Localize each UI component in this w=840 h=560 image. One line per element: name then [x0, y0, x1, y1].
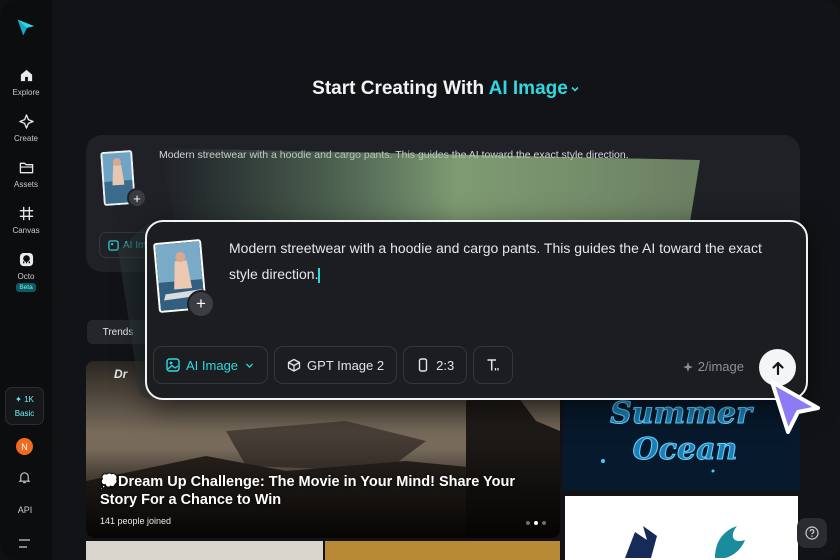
carousel-dots[interactable]: [526, 521, 546, 525]
avatar[interactable]: N: [16, 438, 33, 455]
cost-per-image: 2/image: [682, 359, 744, 374]
mode-switcher[interactable]: AI Image: [489, 78, 580, 99]
sidebar-item-label: Create: [13, 134, 38, 143]
home-icon: [20, 69, 32, 82]
sidebar-item-label: Canvas: [12, 226, 40, 235]
octo-icon: [19, 252, 33, 267]
cube-icon: [287, 358, 301, 372]
sidebar-item-create[interactable]: Create: [2, 114, 50, 143]
chevron-down-icon: [245, 362, 254, 368]
mode-select-label: AI Image: [186, 357, 239, 373]
app-window: Explore Create Assets Canvas Octo Beta ✦…: [0, 0, 840, 560]
emblem-artwork: [625, 526, 745, 558]
sidebar: Explore Create Assets Canvas Octo Beta ✦…: [0, 0, 52, 560]
prompt-input[interactable]: Modern streetwear with a hoodie and carg…: [229, 235, 789, 287]
gallery-card-ornament[interactable]: [86, 541, 323, 560]
prompt-composer: + Modern streetwear with a hoodie and ca…: [145, 220, 808, 400]
canvas-icon: [19, 206, 33, 221]
text-caret: [318, 267, 320, 283]
aspect-ratio-icon: [418, 358, 428, 372]
add-image-button[interactable]: +: [187, 290, 215, 318]
prompt-input-text: Modern streetwear with a hoodie and carg…: [229, 240, 762, 282]
participant-count: 141 people joined: [100, 516, 172, 526]
mouse-pointer-icon: [770, 380, 820, 434]
image-icon: [108, 239, 119, 251]
bell-icon[interactable]: [18, 471, 31, 484]
sidebar-item-label: Explore: [12, 88, 40, 97]
api-link[interactable]: API: [0, 505, 50, 515]
mode-select-label: AI Im: [123, 239, 147, 251]
sidebar-item-explore[interactable]: Explore: [2, 68, 50, 97]
gallery-card-gold[interactable]: [325, 541, 560, 560]
ocean-text-line1: Summer: [610, 396, 754, 431]
arrow-up-icon: [771, 361, 784, 375]
help-icon: [805, 526, 819, 540]
plan-label: Basic: [14, 408, 35, 418]
help-button[interactable]: [797, 518, 827, 548]
model-select-label: GPT Image 2: [307, 357, 385, 373]
prompt-text-preview[interactable]: Modern streetwear with a hoodie and carg…: [159, 149, 629, 161]
sidebar-item-octo[interactable]: Octo Beta: [2, 252, 50, 292]
menu-icon[interactable]: [19, 539, 30, 548]
aspect-ratio-label: 2:3: [436, 357, 455, 373]
carousel-dot-active[interactable]: [534, 521, 538, 525]
credits-badge[interactable]: ✦ 1K Basic: [5, 387, 44, 425]
tab-trends[interactable]: Trends: [87, 320, 149, 344]
credit-icon: [682, 361, 693, 372]
carousel-dot[interactable]: [542, 521, 546, 525]
text-format-icon: [487, 359, 499, 371]
image-icon: [166, 358, 180, 372]
carousel-dot[interactable]: [526, 521, 530, 525]
composer-toolbar: AI Image GPT Image 2 2:3: [153, 346, 514, 384]
sidebar-item-assets[interactable]: Assets: [2, 160, 50, 189]
chevron-down-icon: [571, 86, 579, 92]
beta-badge: Beta: [16, 283, 36, 292]
add-image-button[interactable]: +: [127, 188, 147, 208]
page-title: Start Creating With AI Image: [52, 78, 840, 100]
text-style-button[interactable]: [473, 346, 514, 384]
title-prefix: Start Creating With: [312, 78, 485, 99]
sparkle-icon: [18, 114, 34, 129]
sidebar-item-canvas[interactable]: Canvas: [2, 206, 50, 235]
brand-watermark: Dr: [114, 367, 128, 381]
folder-icon: [19, 162, 33, 174]
banner-title: 💭Dream Up Challenge: The Movie in Your M…: [100, 474, 515, 508]
gallery-card-emblem[interactable]: [565, 496, 798, 560]
mode-select[interactable]: AI Image: [153, 346, 269, 384]
ocean-text-line2: Ocean: [633, 432, 738, 467]
logo-icon[interactable]: [15, 16, 37, 38]
model-select[interactable]: GPT Image 2: [274, 346, 398, 384]
sidebar-item-label: Octo: [17, 272, 35, 281]
mode-switcher-label: AI Image: [488, 78, 568, 99]
sidebar-item-label: Assets: [13, 180, 38, 189]
cost-label: 2/image: [697, 359, 744, 374]
credits-amount: ✦ 1K: [15, 394, 34, 404]
aspect-ratio-select[interactable]: 2:3: [403, 346, 468, 384]
